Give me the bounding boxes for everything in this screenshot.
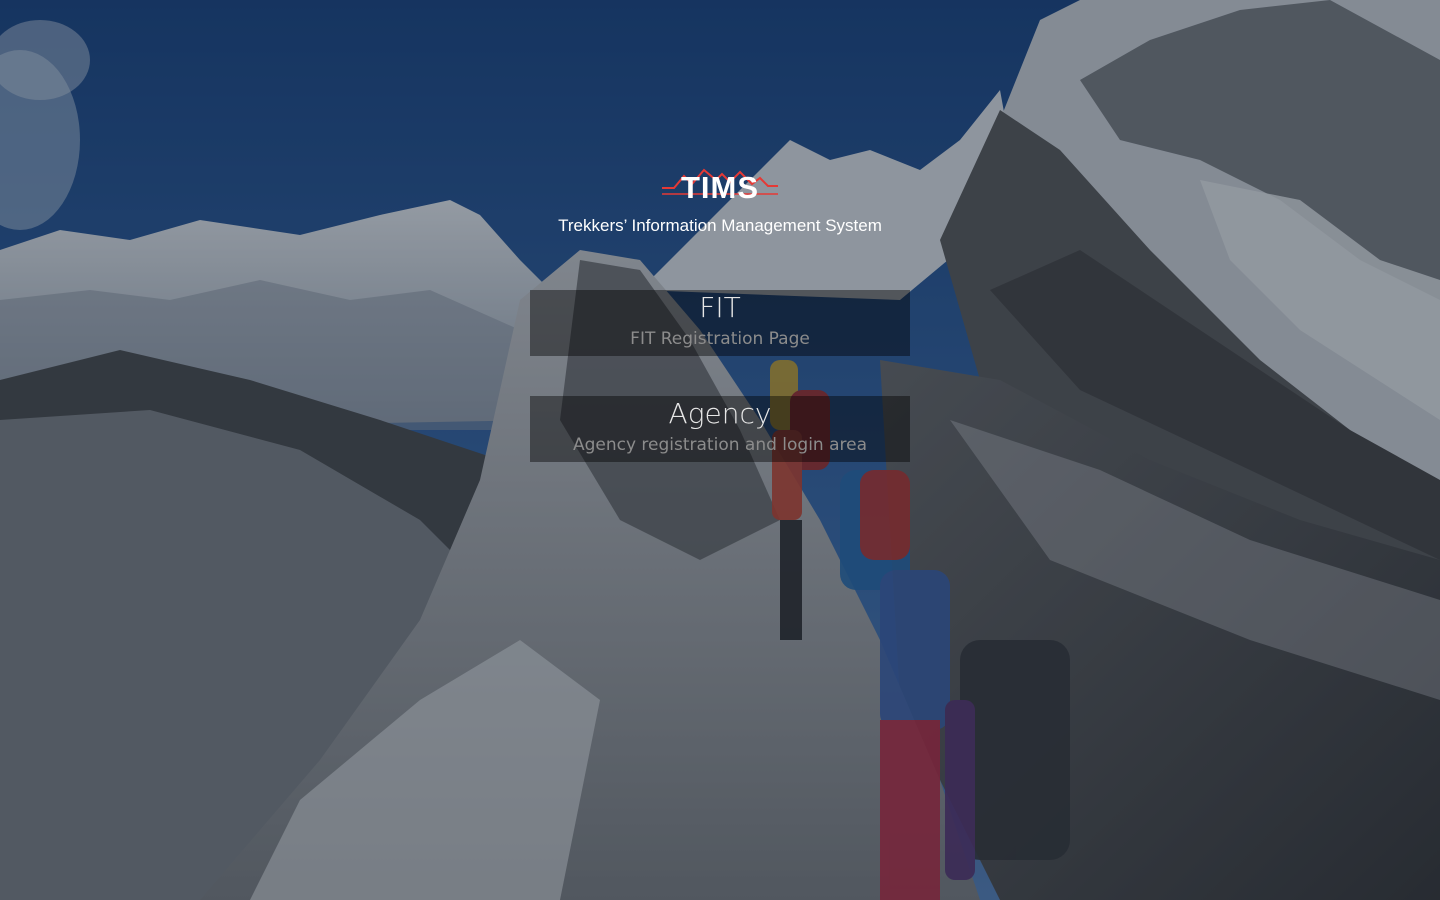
agency-option-card[interactable]: Agency Agency registration and login are…	[530, 396, 910, 462]
agency-title: Agency	[668, 397, 772, 430]
logo-text: TIMS	[680, 170, 760, 205]
system-tagline: Trekkers’ Information Management System	[558, 216, 882, 235]
tims-logo: TIMS	[660, 166, 780, 208]
fit-title: FIT	[699, 291, 741, 324]
landing-page: TIMS Trekkers’ Information Management Sy…	[0, 0, 1440, 900]
logo-container: TIMS	[0, 166, 1440, 213]
fit-subtitle: FIT Registration Page	[630, 329, 810, 349]
fit-option-card[interactable]: FIT FIT Registration Page	[530, 290, 910, 356]
agency-subtitle: Agency registration and login area	[572, 435, 868, 455]
